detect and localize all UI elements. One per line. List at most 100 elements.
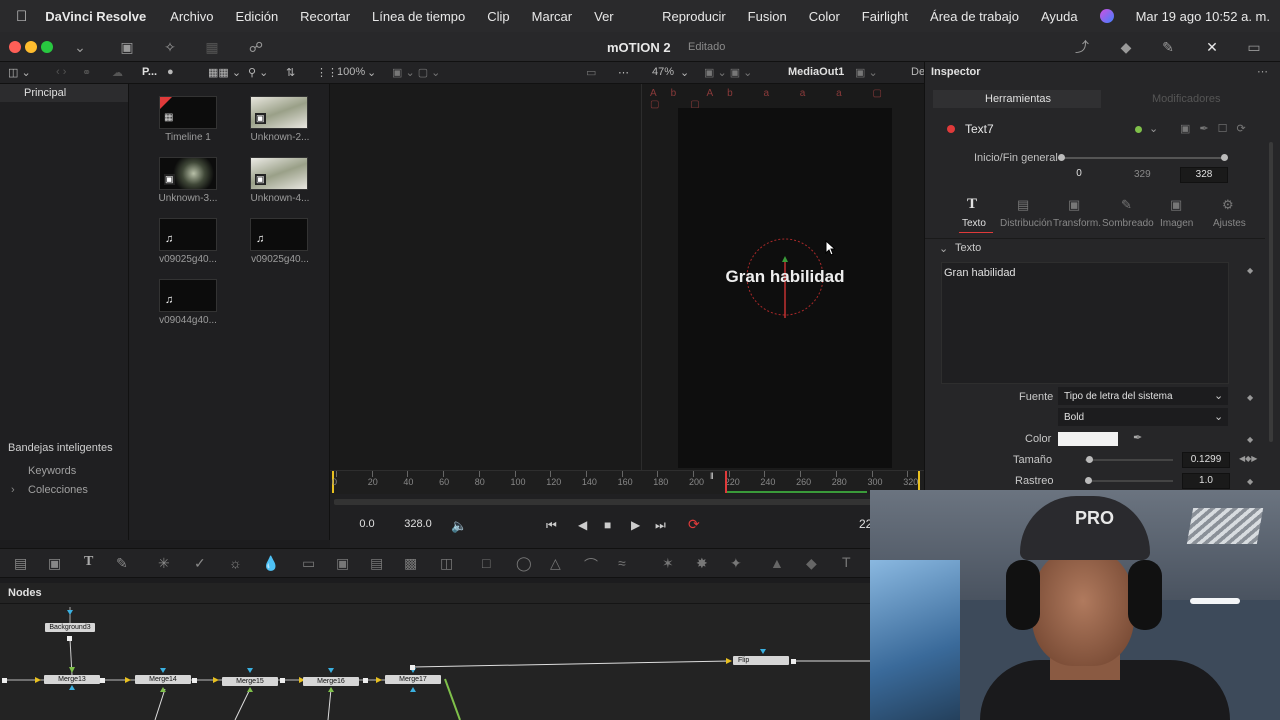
keyframe-diamond-icon[interactable]: ◆ [1247,393,1253,402]
scrub-bar[interactable] [334,499,920,505]
viewer-canvas[interactable]: Gran habilidad [678,108,892,468]
dropdown-icon[interactable]: ⌄ [70,38,90,56]
playhead-top[interactable]: ‖ [710,471,714,481]
text3d-tool-icon[interactable]: T [842,554,851,570]
spline-icon[interactable]: ⤴ [1072,38,1092,56]
effects-icon[interactable]: ✧ [160,38,180,56]
nodes-toggle-icon[interactable]: ☍ [246,38,266,56]
menu-fairlight[interactable]: Fairlight [862,9,908,24]
range-end-field[interactable]: 328 [1180,167,1228,183]
node-background3[interactable]: Background3 [45,623,95,632]
lut-icon[interactable]: ▣ ⌄ [855,66,878,79]
menu-linea-de-tiempo[interactable]: Línea de tiempo [372,9,465,24]
menu-recortar[interactable]: Recortar [300,9,350,24]
play-button[interactable]: ▶ [631,518,640,532]
bin-colecciones[interactable]: Colecciones [28,484,88,496]
clip-thumbnail[interactable]: ♫ [250,218,308,251]
volume-icon[interactable]: 🔈 [451,518,467,534]
chevron-down-icon[interactable]: ⌄ [1149,122,1158,135]
paint-tool-icon[interactable]: ✎ [116,555,128,572]
inspector-toggle-icon[interactable]: ✕ [1202,38,1222,56]
size-slider[interactable] [1085,459,1173,461]
view-options-icon[interactable]: ▣ ⌄ ▣ ⌄ [704,66,752,79]
node-editor[interactable]: Nodes Background3 Merge13 Merge14 Merge1… [0,583,870,720]
roi-icon[interactable]: ▭ [586,66,596,79]
brush-tool-icon[interactable]: ✓ [194,555,206,572]
bitmap-tool-icon[interactable]: ≈ [618,555,626,571]
inspector-scrollbar[interactable] [1269,142,1273,442]
settings-tab-icon[interactable]: ⚙ [1222,197,1234,213]
more-icon[interactable]: ⋮⋮ [316,66,338,79]
tool-header-icons[interactable]: ▣✒☐⟳ [1180,122,1255,135]
clip-thumbnail[interactable]: ▣ [250,96,308,129]
clip-thumbnail[interactable]: ▦ [159,96,217,129]
tool-status-dot[interactable] [1135,126,1142,133]
merge-tool-icon[interactable]: ▭ [302,555,315,572]
stop-button[interactable]: ■ [604,518,611,532]
menu-ver[interactable]: Ver [594,9,614,24]
menu-ayuda[interactable]: Ayuda [1041,9,1078,24]
siri-icon[interactable] [1099,9,1114,23]
time-ruler[interactable]: 0 20 40 60 80 100 120 140 160 180 200 220 240 260 280 3… [330,470,924,494]
tool-name[interactable]: Text7 [965,122,994,136]
image-tab-icon[interactable]: ▣ [1170,197,1182,213]
text-tab-icon[interactable]: T [967,196,977,213]
app-menu[interactable]: DaVinci Resolve [45,9,146,24]
subtab-texto[interactable]: Texto [962,218,986,229]
node-merge14[interactable]: Merge14 [135,675,191,684]
size-field[interactable]: 0.1299 [1182,452,1230,468]
chevron-down-icon[interactable]: ⌄ [367,66,376,79]
viewer-text[interactable]: Gran habilidad [678,267,892,287]
rectangle-tool-icon[interactable]: □ [482,555,490,571]
node-merge17[interactable]: Merge17 [385,675,441,684]
chevron-down-icon[interactable]: ⌄ [680,66,689,79]
more-dots-icon[interactable]: ⋯ [618,66,629,79]
range-start-field[interactable]: 0 [1058,167,1100,183]
keyframe-nav-icon[interactable]: ◀◆▶ [1239,454,1257,463]
range-end-handle[interactable] [1221,154,1228,161]
clips-icon[interactable]: ▦ [202,38,222,56]
search-icon[interactable]: ⚲ ⌄ [248,66,268,79]
metadata-icon[interactable]: ✎ [1158,38,1178,56]
text-tools-icons[interactable]: Ab Ab a a a ▢ ▢ ▢ [650,88,924,110]
menu-color[interactable]: Color [809,9,840,24]
tracking-slider-handle[interactable] [1085,477,1092,484]
reverse-button[interactable]: ◀ [578,518,587,532]
bspline-tool-icon[interactable]: ⌒ [584,555,598,575]
pool-zoom[interactable]: 100% [337,66,365,78]
size-slider-handle[interactable] [1086,456,1093,463]
shading-tab-icon[interactable]: ✎ [1121,197,1132,213]
start-time-field[interactable]: 0.0 [346,517,388,533]
resize-tool-icon[interactable]: ◫ [440,555,453,572]
transform-tool-icon[interactable]: ▣ [336,555,349,572]
chevron-right-icon[interactable]: › [11,484,15,496]
particles-tool-icon[interactable]: ✳ [158,555,170,572]
bin-keywords[interactable]: Keywords [28,465,76,477]
inspector-more-icon[interactable]: ⋯ [1257,65,1268,78]
chevron-down-icon[interactable]: ⌄ [939,242,948,255]
back-icon[interactable]: ‹ › [56,66,66,78]
subtab-imagen[interactable]: Imagen [1160,218,1193,229]
close-window-button[interactable] [9,41,21,53]
menu-archivo[interactable]: Archivo [170,9,213,24]
de-label[interactable]: De [911,66,925,78]
drop-tool-icon[interactable]: 💧 [262,555,279,572]
viewer-node-name[interactable]: MediaOut1 [788,66,844,78]
apple-icon[interactable]:  [16,8,27,25]
playhead[interactable] [725,471,727,493]
node-merge13[interactable]: Merge13 [44,675,100,684]
particle-render-icon[interactable]: ✸ [696,555,708,572]
clip-thumbnail[interactable]: ▣ [250,157,308,190]
minimize-window-button[interactable] [25,41,37,53]
clip-thumbnail[interactable]: ♫ [159,218,217,251]
color-swatch[interactable] [1058,432,1118,446]
ellipse-tool-icon[interactable]: ◯ [516,555,532,572]
smart-bins-header[interactable]: Bandejas inteligentes [8,442,113,454]
section-texto[interactable]: Texto [955,242,981,254]
range-start-handle[interactable] [1058,154,1065,161]
light-tool-icon[interactable]: ☼ [229,555,242,571]
keyframes-icon[interactable]: ◆ [1116,38,1136,56]
transform-widget[interactable] [678,108,892,468]
clock[interactable]: Mar 19 ago 10:52 a. m. [1136,9,1270,24]
emitter-tool-icon[interactable]: ✶ [662,555,674,572]
